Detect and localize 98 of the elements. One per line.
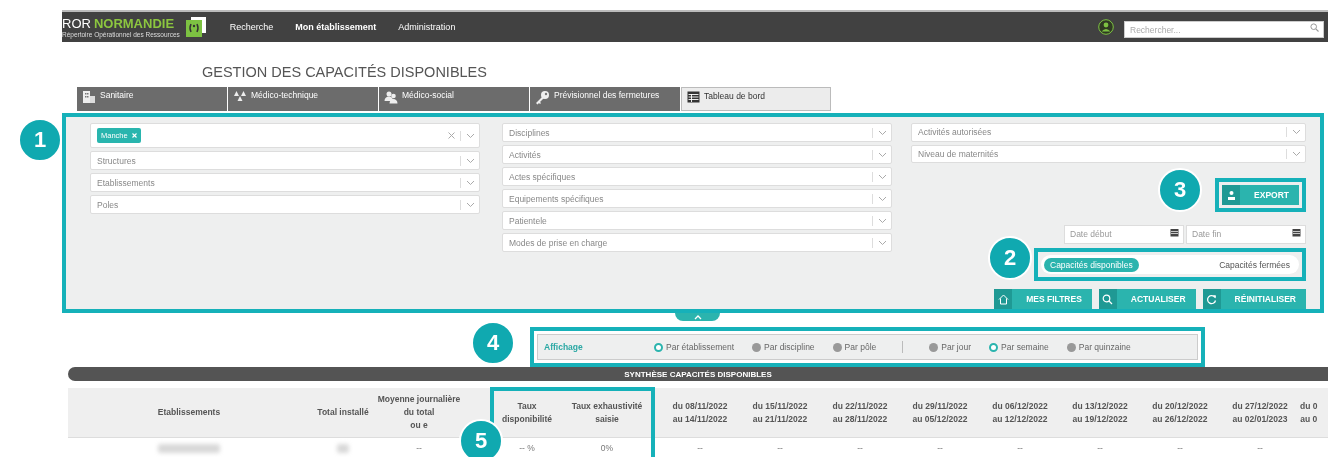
- display-label: Affichage: [544, 342, 584, 352]
- tab[interactable]: Médico-technique: [228, 87, 378, 111]
- table-cell: 0%: [600, 443, 614, 453]
- dropdown-icon[interactable]: [878, 151, 887, 158]
- tab[interactable]: Tableau de bord: [681, 87, 831, 111]
- key-icon: [535, 90, 550, 105]
- table-cell: --: [777, 443, 783, 453]
- column-header: du 15/11/2022 au 21/11/2022: [752, 399, 808, 426]
- user-icon[interactable]: [1098, 19, 1114, 35]
- select-field[interactable]: Equipements spécifiques: [502, 189, 892, 208]
- radio-option[interactable]: Par semaine: [989, 342, 1049, 352]
- building-icon: [82, 90, 96, 104]
- table-cell: --: [697, 443, 703, 453]
- calendar-icon[interactable]: [1170, 228, 1179, 237]
- people-icon: [384, 90, 398, 104]
- select-field[interactable]: Actes spécifiques: [502, 167, 892, 186]
- select-field[interactable]: Patientele: [502, 211, 892, 230]
- select-field[interactable]: Poles: [90, 195, 480, 214]
- column-header: Total installé: [317, 406, 369, 419]
- dropdown-icon[interactable]: [878, 195, 887, 202]
- table-cell: --: [857, 443, 863, 453]
- calendar-icon[interactable]: [1292, 228, 1301, 237]
- home-icon: [997, 293, 1009, 305]
- date-field[interactable]: Date fin: [1186, 224, 1306, 244]
- dropdown-icon[interactable]: [466, 179, 475, 186]
- select-field[interactable]: Activités autorisées: [911, 123, 1306, 142]
- action-button[interactable]: MES FILTRES: [994, 289, 1092, 309]
- search-field[interactable]: Rechercher...: [1124, 21, 1324, 38]
- select-field[interactable]: Structures: [90, 151, 480, 170]
- action-button[interactable]: EXPORT: [1222, 185, 1299, 205]
- table-cell: --: [416, 443, 422, 453]
- dropdown-icon[interactable]: [878, 239, 887, 246]
- table-cell: --: [937, 443, 943, 453]
- table-icon: [687, 91, 700, 103]
- radio-option[interactable]: Par pôle: [832, 342, 877, 352]
- column-header: du 13/12/2022 au 19/12/2022: [1072, 399, 1128, 426]
- remove-icon[interactable]: [131, 133, 137, 138]
- column-header: du 08/11/2022 au 14/11/2022: [672, 399, 728, 426]
- column-header: du 29/11/2022 au 05/12/2022: [912, 399, 968, 426]
- date-field[interactable]: Date début: [1064, 224, 1184, 244]
- column-header: Moyenne journalière du total ou e: [377, 393, 461, 432]
- clear-icon[interactable]: [448, 132, 455, 139]
- column-header: du 20/12/2022 au 26/12/2022: [1152, 399, 1208, 426]
- column-header: Taux exhaustivité saisie: [571, 399, 643, 426]
- radio-option[interactable]: Par discipline: [752, 342, 815, 352]
- toggle-option[interactable]: Capacités fermées: [1213, 257, 1296, 272]
- toggle-option[interactable]: Capacités disponibles: [1044, 257, 1139, 272]
- tab[interactable]: Prévisionnel des fermetures: [530, 87, 680, 111]
- table-cell: --: [1177, 443, 1183, 453]
- column-header: du 27/12/2022 au 02/01/2023: [1232, 399, 1288, 426]
- nav-link[interactable]: Mon établissement: [295, 22, 377, 32]
- action-button[interactable]: RÉINITIALISER: [1202, 289, 1306, 309]
- select-field[interactable]: Modes de prise en charge: [502, 233, 892, 252]
- logo-text: NORMANDIE: [93, 16, 175, 32]
- logo-text: ROR: [62, 16, 91, 32]
- logo-icon: [185, 17, 206, 37]
- nav-link[interactable]: Recherche: [229, 22, 274, 32]
- column-header: du 0 au 0: [1300, 399, 1318, 426]
- radio-option[interactable]: Par quinzaine: [1066, 342, 1131, 352]
- tab[interactable]: Sanitaire: [77, 87, 227, 111]
- radio-option[interactable]: Par établissement: [654, 342, 735, 352]
- select-field[interactable]: Activités: [502, 145, 892, 164]
- table-cell: --: [1097, 443, 1103, 453]
- dropdown-icon[interactable]: [466, 157, 475, 164]
- nav-link[interactable]: Administration: [398, 22, 456, 32]
- dropdown-icon[interactable]: [466, 132, 475, 139]
- refresh-icon: [1206, 293, 1218, 305]
- chevron-up-icon[interactable]: [693, 314, 702, 320]
- dropdown-icon[interactable]: [1292, 150, 1301, 157]
- dropdown-icon[interactable]: [878, 217, 887, 224]
- column-header: du 06/12/2022 au 12/12/2022: [992, 399, 1048, 426]
- column-header: Etablissements: [157, 406, 221, 419]
- search-icon[interactable]: [1310, 22, 1319, 32]
- tab[interactable]: Médico-social: [379, 87, 529, 111]
- select-field[interactable]: Niveau de maternités: [911, 144, 1306, 163]
- search-icon: [1102, 293, 1114, 305]
- callout-badge: 4: [471, 321, 515, 365]
- dropdown-icon[interactable]: [466, 201, 475, 208]
- dropdown-icon[interactable]: [878, 173, 887, 180]
- export-icon: [1225, 189, 1237, 201]
- blurred-text: [158, 443, 220, 453]
- dropdown-icon[interactable]: [878, 129, 887, 136]
- column-header: du 22/11/2022 au 28/11/2022: [832, 399, 888, 426]
- section-header: SYNTHÈSE CAPACITÉS DISPONIBLES: [68, 367, 1328, 381]
- blurred-text: [337, 443, 349, 453]
- table-cell: --: [1257, 443, 1263, 453]
- triangles-icon: [233, 90, 247, 102]
- dropdown-icon[interactable]: [1292, 129, 1301, 136]
- action-button[interactable]: ACTUALISER: [1098, 289, 1196, 309]
- collapse-tab[interactable]: [675, 313, 720, 321]
- page-title: GESTION DES CAPACITÉS DISPONIBLES: [202, 64, 487, 80]
- column-header: Taux disponibilité: [501, 399, 553, 426]
- radio-option[interactable]: Par jour: [929, 342, 972, 352]
- select-field[interactable]: Disciplines: [502, 123, 892, 142]
- table-cell: --: [1017, 443, 1023, 453]
- callout-badge: 1: [18, 118, 62, 162]
- select-field[interactable]: Etablissements: [90, 173, 480, 192]
- table-cell: -- %: [519, 443, 535, 453]
